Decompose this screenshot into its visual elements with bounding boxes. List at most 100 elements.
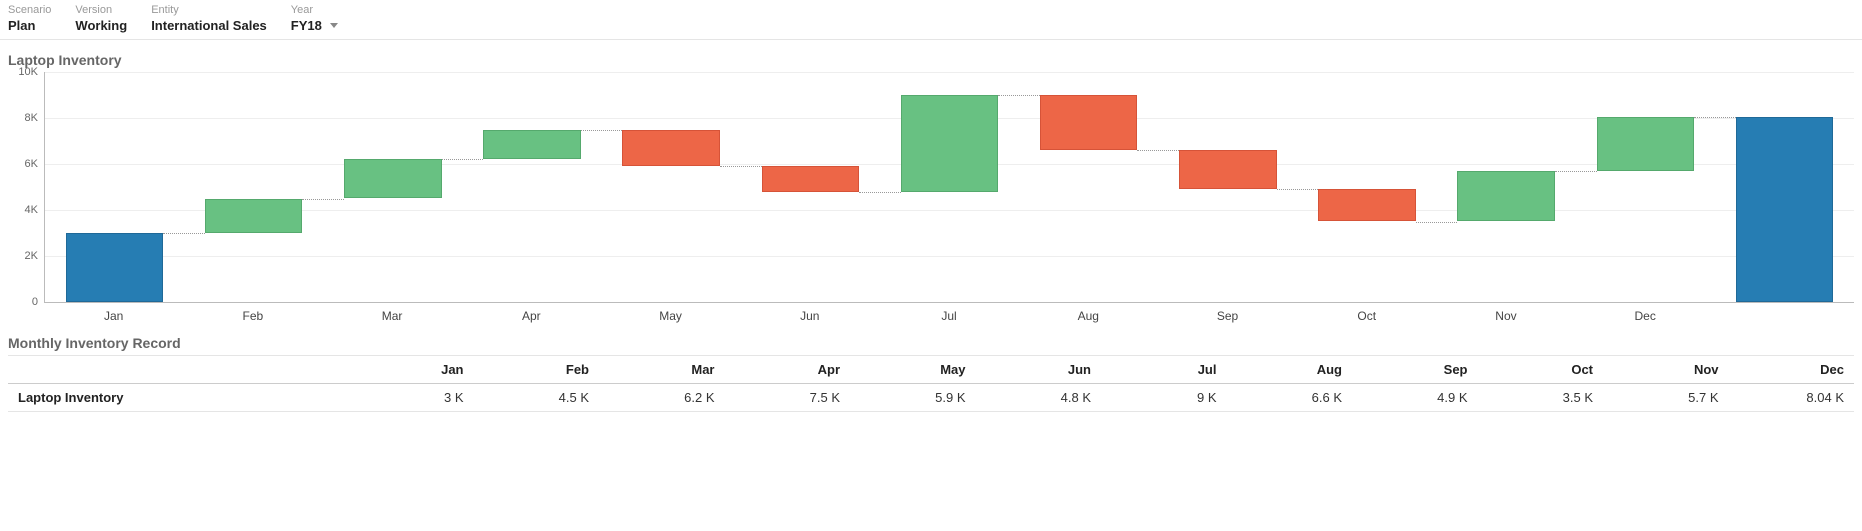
col-header[interactable]: Jun <box>976 356 1102 384</box>
table-title: Monthly Inventory Record <box>0 323 1862 355</box>
y-tick: 4K <box>25 204 38 216</box>
table-cell[interactable]: 6.2 K <box>599 384 725 412</box>
x-tick: Oct <box>1297 309 1436 323</box>
connector <box>720 166 762 167</box>
x-tick: Sep <box>1158 309 1297 323</box>
x-tick: Apr <box>462 309 601 323</box>
table-cell[interactable]: 8.04 K <box>1729 384 1855 412</box>
bar-slot <box>602 72 741 302</box>
pov-label: Scenario <box>8 4 51 16</box>
x-tick: Jun <box>740 309 879 323</box>
table-cell[interactable]: 6.6 K <box>1227 384 1353 412</box>
connector <box>581 130 623 131</box>
x-tick: Mar <box>322 309 461 323</box>
table-cell[interactable]: 9 K <box>1101 384 1227 412</box>
table-wrap: JanFebMarAprMayJunJulAugSepOctNovDec Lap… <box>0 355 1862 420</box>
bar-Dec[interactable] <box>1597 117 1694 171</box>
pov-item-version: Version Working <box>75 4 127 33</box>
y-tick: 10K <box>18 66 38 78</box>
pov-label: Version <box>75 4 127 16</box>
bar-Nov[interactable] <box>1457 171 1554 222</box>
col-header[interactable]: Dec <box>1729 356 1855 384</box>
pov-value[interactable]: FY18 <box>291 18 338 33</box>
col-header[interactable]: Jul <box>1101 356 1227 384</box>
bar-Apr[interactable] <box>483 130 580 160</box>
table-cell[interactable]: 5.7 K <box>1603 384 1729 412</box>
col-header[interactable]: Oct <box>1478 356 1604 384</box>
connector <box>302 199 344 200</box>
x-tick: Feb <box>183 309 322 323</box>
col-header[interactable]: Apr <box>725 356 851 384</box>
connector <box>998 95 1040 96</box>
col-header[interactable]: Aug <box>1227 356 1353 384</box>
x-tick: Jul <box>879 309 1018 323</box>
bar-Feb[interactable] <box>205 199 302 234</box>
table-cell[interactable]: 4.5 K <box>474 384 600 412</box>
bar-slot <box>1297 72 1436 302</box>
bar-slot <box>1437 72 1576 302</box>
connector <box>859 192 901 193</box>
chart-title: Laptop Inventory <box>0 40 1862 72</box>
bar-Jun[interactable] <box>762 166 859 191</box>
table-cell[interactable]: 3 K <box>348 384 474 412</box>
bar-slot <box>741 72 880 302</box>
bar-Aug[interactable] <box>1040 95 1137 150</box>
table-cell[interactable]: 7.5 K <box>725 384 851 412</box>
y-tick: 8K <box>25 112 38 124</box>
table-cell[interactable]: 5.9 K <box>850 384 976 412</box>
table-cell[interactable]: 4.8 K <box>976 384 1102 412</box>
x-tick: May <box>601 309 740 323</box>
bar-Jan[interactable] <box>66 233 163 302</box>
bar-slot <box>462 72 601 302</box>
bar-slot <box>1715 72 1854 302</box>
x-axis: JanFebMarAprMayJunJulAugSepOctNovDec <box>44 309 1854 323</box>
x-tick: Aug <box>1019 309 1158 323</box>
y-axis: 02K4K6K8K10K <box>8 72 44 302</box>
bar-slot <box>323 72 462 302</box>
pov-item-year[interactable]: YearFY18 <box>291 4 338 33</box>
pov-item-entity: EntityInternational Sales <box>151 4 267 33</box>
pov-bar: Scenario Plan Version Working EntityInternat… <box>0 0 1862 40</box>
y-tick: 0 <box>32 296 38 308</box>
pov-value: Working <box>75 18 127 33</box>
bar-end[interactable] <box>1736 117 1833 302</box>
connector <box>1416 222 1458 223</box>
chart-plot[interactable] <box>44 72 1854 303</box>
table-cell[interactable]: 3.5 K <box>1478 384 1604 412</box>
x-tick: Nov <box>1436 309 1575 323</box>
chart-area: 02K4K6K8K10K JanFebMarAprMayJunJulAugSep… <box>0 72 1862 323</box>
col-header[interactable]: Mar <box>599 356 725 384</box>
x-tick <box>1715 309 1854 323</box>
pov-item-scenario: Scenario Plan <box>8 4 51 33</box>
bar-Oct[interactable] <box>1318 189 1415 221</box>
row-label[interactable]: Laptop Inventory <box>8 384 348 412</box>
bar-slot <box>184 72 323 302</box>
connector <box>442 159 484 160</box>
bar-slot <box>1019 72 1158 302</box>
table-corner <box>8 356 348 384</box>
bar-Jul[interactable] <box>901 95 998 192</box>
col-header[interactable]: Feb <box>474 356 600 384</box>
table-cell[interactable]: 4.9 K <box>1352 384 1478 412</box>
bar-May[interactable] <box>622 130 719 167</box>
bar-Mar[interactable] <box>344 159 441 198</box>
col-header[interactable]: Sep <box>1352 356 1478 384</box>
connector <box>1555 171 1597 172</box>
pov-value: Plan <box>8 18 51 33</box>
bar-slot <box>880 72 1019 302</box>
connector <box>1137 150 1179 151</box>
y-tick: 2K <box>25 250 38 262</box>
col-header[interactable]: Nov <box>1603 356 1729 384</box>
x-tick: Dec <box>1576 309 1715 323</box>
connector <box>163 233 205 234</box>
bar-slot <box>1576 72 1715 302</box>
inventory-table: JanFebMarAprMayJunJulAugSepOctNovDec Lap… <box>8 355 1854 412</box>
connector <box>1694 117 1736 118</box>
x-tick: Jan <box>44 309 183 323</box>
bar-slot <box>1158 72 1297 302</box>
bars <box>45 72 1854 302</box>
bar-Sep[interactable] <box>1179 150 1276 189</box>
col-header[interactable]: Jan <box>348 356 474 384</box>
col-header[interactable]: May <box>850 356 976 384</box>
pov-label: Entity <box>151 4 267 16</box>
